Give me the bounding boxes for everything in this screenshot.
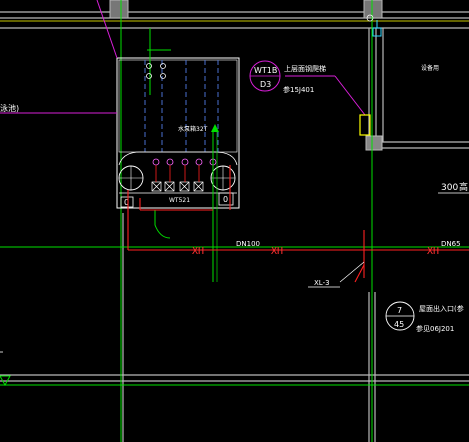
tank-dashed-partitions	[144, 60, 219, 152]
axis-lines-green	[0, 0, 469, 442]
column-top-right	[363, 0, 383, 19]
wt-desc: 上层面钢爬梯	[284, 64, 326, 73]
cad-viewport[interactable]: 0 0 XH XH XH DN100 DN65 XL-3 WT1B D3 上层面…	[0, 0, 469, 442]
wt-tag-label: WT1B	[254, 66, 277, 75]
roof-ref: 参见06J201	[416, 324, 454, 333]
tank-ref-label: WT521	[169, 197, 190, 204]
tank-bottom-compartment	[118, 151, 238, 166]
wall-lines	[0, 11, 469, 442]
tank-top-fittings	[146, 63, 166, 79]
red-pipes	[127, 165, 469, 283]
roof-tag-bottom: 45	[394, 320, 404, 329]
dn65-label: DN65	[441, 240, 461, 248]
water-tank-outline[interactable]	[116, 57, 240, 209]
marker-box-right-label: 0	[223, 195, 228, 204]
pump-right[interactable]	[210, 165, 236, 191]
column-top-left	[109, 0, 129, 19]
roof-tag[interactable]: 7 45	[385, 301, 415, 331]
left-label: 泳池)	[0, 103, 19, 113]
dim-label: 300	[441, 183, 458, 193]
xh-label-1: XH	[192, 246, 204, 257]
cad-drawing-canvas[interactable]: 0 0 XH XH XH DN100 DN65 XL-3 WT1B D3 上层面…	[0, 0, 469, 442]
pump-left[interactable]	[118, 165, 144, 191]
cyan-fitting	[372, 20, 382, 37]
tank-inner-top	[118, 59, 238, 153]
xh-label-3: XH	[427, 246, 439, 257]
wt-ref: 参15J401	[283, 85, 314, 94]
xl-label: XL-3	[314, 279, 330, 287]
green-outlet-curve	[154, 210, 171, 239]
wt-tag[interactable]: WT1B D3	[249, 60, 281, 92]
dn100-label: DN100	[236, 240, 260, 248]
tank-label: 水泵箱32T	[178, 125, 208, 133]
pressure-gauges	[152, 158, 217, 166]
right-room-label: 设备用	[421, 64, 439, 72]
valve-boxes	[151, 181, 204, 192]
dim-suffix: 高	[459, 181, 468, 193]
gauge-stems	[155, 165, 200, 182]
roof-tag-top: 7	[397, 306, 402, 315]
wt-tag-code: D3	[260, 80, 271, 89]
column-right-mid	[365, 135, 383, 151]
roof-desc: 屋面出入口(参	[419, 304, 464, 313]
xh-label-2: XH	[271, 246, 283, 257]
